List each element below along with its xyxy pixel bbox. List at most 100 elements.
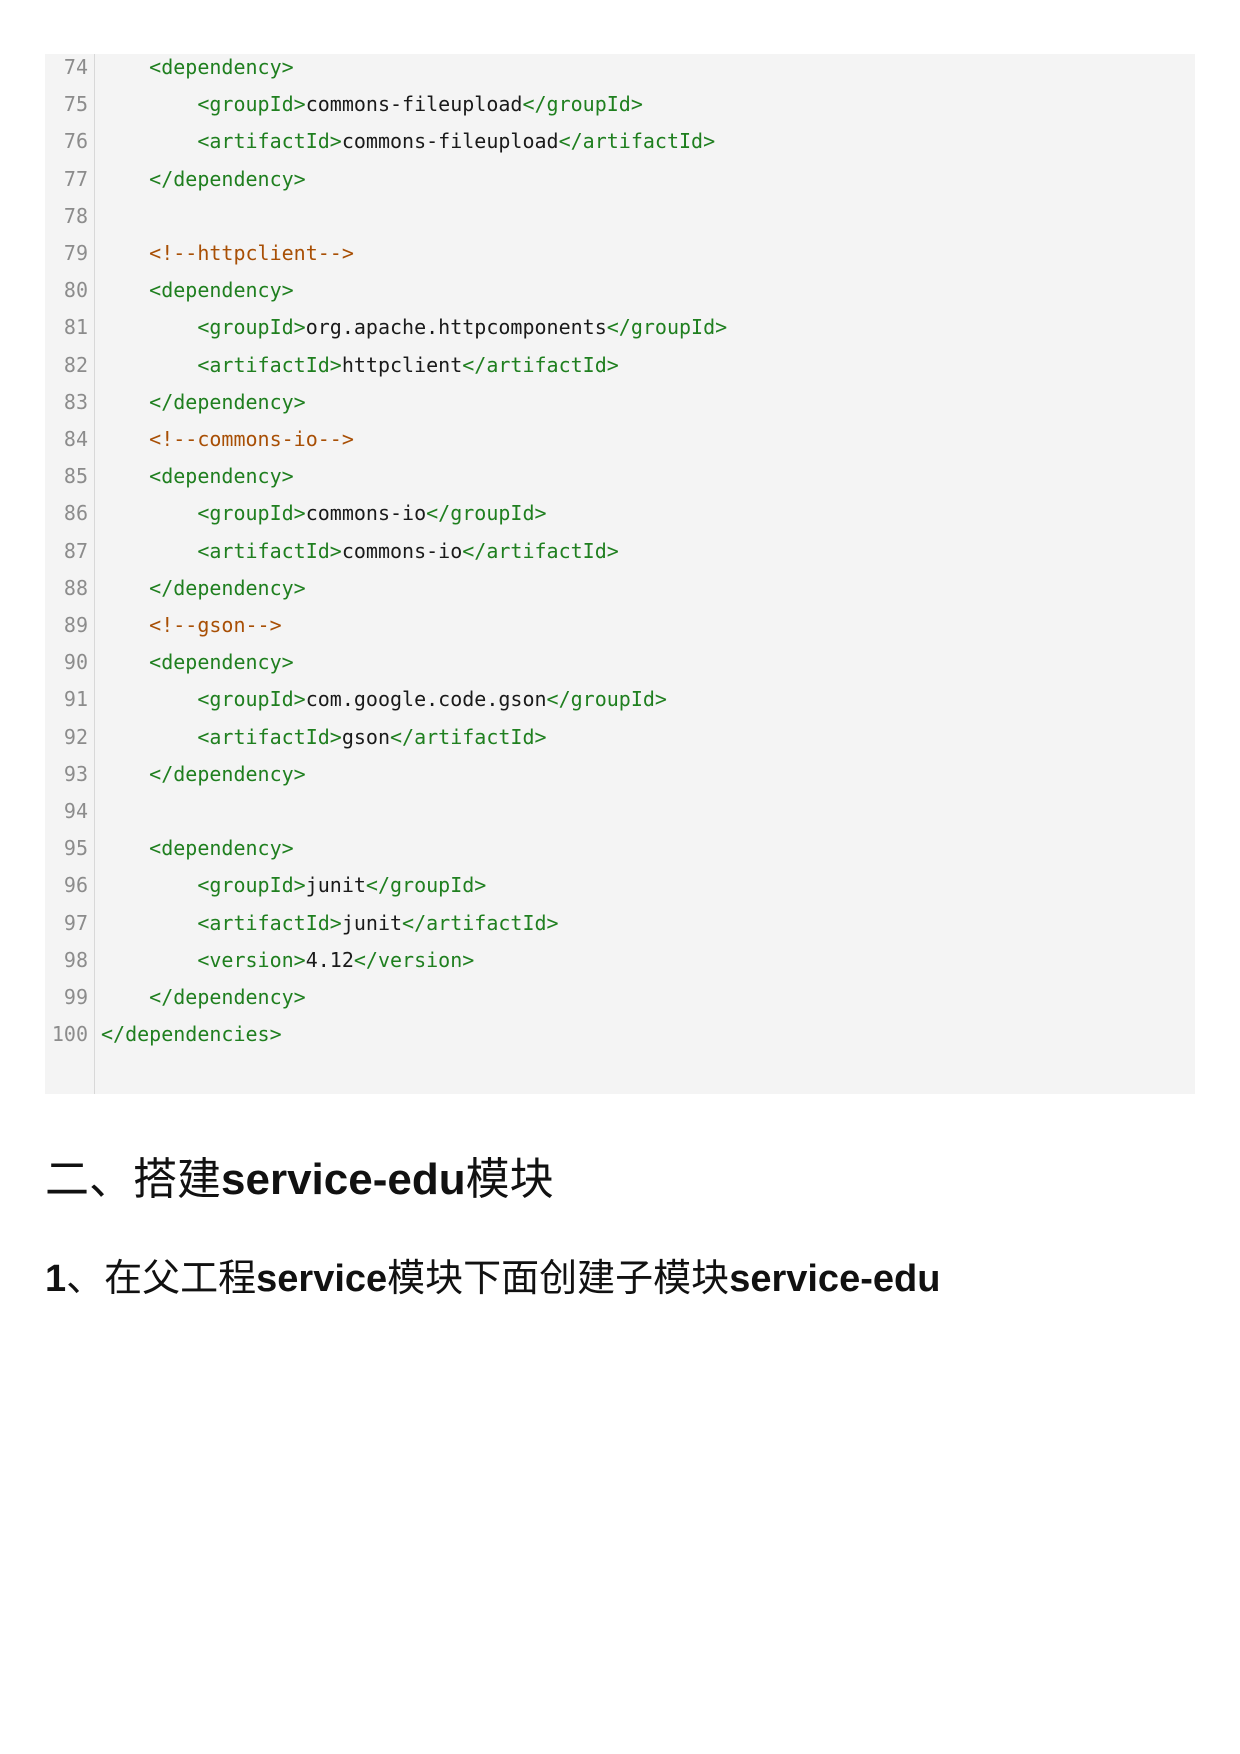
subsection-title: 1、在父工程service模块下面创建子模块service-edu	[45, 1252, 940, 1305]
xml-text: commons-fileupload	[305, 92, 523, 117]
line-number: 80	[63, 278, 88, 303]
subsection-parent-module: service	[256, 1258, 388, 1300]
code-line: 85 <dependency>	[45, 463, 1195, 501]
code-line: 74 <dependency>	[45, 54, 1195, 92]
line-content: </dependency>	[101, 761, 306, 787]
line-content: <groupId>org.apache.httpcomponents</grou…	[101, 314, 727, 340]
xml-tag: </artifactId>	[390, 724, 547, 749]
line-number: 79	[63, 241, 88, 265]
xml-tag: <artifactId>	[197, 129, 342, 154]
line-number: 94	[63, 799, 88, 823]
xml-tag: <dependency>	[149, 55, 294, 79]
line-number: 83	[63, 389, 88, 414]
code-line: 94	[45, 798, 1195, 836]
code-line: 75 <groupId>commons-fileupload</groupId>	[45, 91, 1195, 129]
line-number: 85	[63, 464, 88, 489]
line-number: 87	[63, 538, 88, 563]
code-line: 84 <!--commons-io-->	[45, 426, 1195, 464]
line-number: 81	[63, 315, 88, 340]
line-content: </dependency>	[101, 389, 306, 415]
xml-tag: <groupId>	[197, 873, 306, 898]
line-number: 90	[63, 650, 88, 675]
xml-tag: <groupId>	[197, 501, 306, 526]
line-content: <version>4.12</version>	[101, 947, 474, 973]
line-content: <dependency>	[101, 649, 294, 675]
xml-text: junit	[305, 873, 366, 898]
code-line: 87 <artifactId>commons-io</artifactId>	[45, 538, 1195, 576]
xml-tag: <artifactId>	[197, 910, 342, 935]
line-content: <dependency>	[101, 463, 294, 489]
xml-text: commons-io	[341, 538, 463, 563]
line-number: 75	[63, 92, 88, 117]
code-line: 95 <dependency>	[45, 835, 1195, 873]
xml-tag: <dependency>	[149, 836, 294, 861]
line-number: 93	[63, 761, 88, 786]
xml-tag: </dependency>	[149, 389, 306, 414]
section-title-module: service-edu	[221, 1155, 466, 1204]
line-number: 95	[63, 836, 88, 861]
xml-tag: <dependency>	[149, 464, 294, 489]
code-line: 99 </dependency>	[45, 984, 1195, 1022]
xml-tag: </groupId>	[606, 315, 728, 340]
code-line: 96 <groupId>junit</groupId>	[45, 872, 1195, 910]
line-number: 82	[63, 352, 88, 377]
xml-text: commons-io	[305, 501, 427, 526]
line-number: 98	[63, 947, 88, 972]
xml-tag: </dependency>	[149, 575, 306, 600]
xml-tag: <version>	[197, 947, 306, 972]
xml-tag: </artifactId>	[462, 538, 619, 563]
line-content: <groupId>commons-io</groupId>	[101, 500, 546, 526]
xml-tag: </dependency>	[149, 761, 306, 786]
line-content: <artifactId>commons-fileupload</artifact…	[101, 128, 715, 154]
code-line: 82 <artifactId>httpclient</artifactId>	[45, 352, 1195, 390]
subsection-number: 1	[45, 1258, 67, 1300]
line-number: 77	[63, 166, 88, 191]
code-line: 80 <dependency>	[45, 277, 1195, 315]
line-content: <dependency>	[101, 54, 294, 80]
xml-text: gson	[341, 724, 390, 749]
xml-tag: <artifactId>	[197, 538, 342, 563]
code-line: 90 <dependency>	[45, 649, 1195, 687]
code-line: 97 <artifactId>junit</artifactId>	[45, 910, 1195, 948]
section-title-prefix: 二、搭建	[45, 1154, 221, 1205]
xml-tag: </artifactId>	[462, 352, 619, 377]
code-line: 88 </dependency>	[45, 575, 1195, 613]
line-number: 92	[63, 724, 88, 749]
line-number: 86	[63, 501, 88, 526]
xml-text: commons-fileupload	[341, 129, 559, 154]
xml-tag: <groupId>	[197, 687, 306, 712]
subsection-text-2: 模块下面创建子模块	[387, 1256, 730, 1300]
line-content: </dependencies>	[101, 1021, 282, 1047]
xml-tag: <dependency>	[149, 278, 294, 303]
code-line: 81 <groupId>org.apache.httpcomponents</g…	[45, 314, 1195, 352]
line-number: 84	[63, 427, 88, 451]
xml-text: com.google.code.gson	[305, 687, 547, 712]
line-number: 100	[51, 1022, 88, 1047]
code-line: 86 <groupId>commons-io</groupId>	[45, 500, 1195, 538]
code-line: 83 </dependency>	[45, 389, 1195, 427]
line-content: <artifactId>junit</artifactId>	[101, 910, 559, 936]
code-line: 78	[45, 203, 1195, 241]
xml-tag: </version>	[353, 947, 475, 972]
xml-comment: <!--commons-io-->	[149, 427, 354, 451]
code-line: 89 <!--gson-->	[45, 612, 1195, 650]
xml-text: org.apache.httpcomponents	[305, 315, 607, 340]
line-content: <artifactId>gson</artifactId>	[101, 724, 547, 750]
code-block: 74 <dependency> 75 <groupId>commons-fileu…	[45, 54, 1195, 1094]
line-number: 74	[63, 55, 88, 79]
xml-tag: <groupId>	[197, 315, 306, 340]
xml-tag: </artifactId>	[402, 910, 559, 935]
